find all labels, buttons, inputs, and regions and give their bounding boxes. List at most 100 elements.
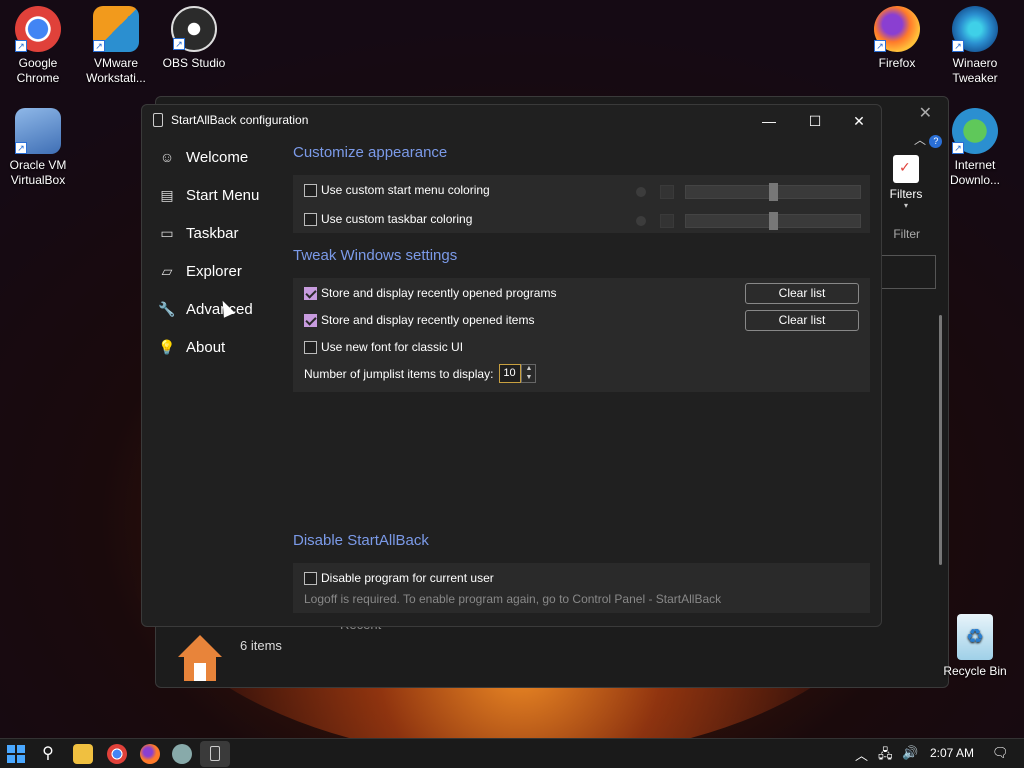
jumplist-value-input[interactable]: 10 (499, 364, 522, 383)
nav-item-explorer[interactable]: ▱ Explorer (156, 256, 280, 286)
jumplist-row: Number of jumplist items to display: 10 … (304, 364, 537, 383)
desk-icon-obs[interactable]: ↗ OBS Studio (156, 6, 232, 71)
folder-icon: ▱ (161, 262, 173, 279)
new-font-checkbox[interactable]: Use new font for classic UI (304, 340, 463, 354)
recent-programs-checkbox[interactable]: Store and display recently opened progra… (304, 286, 556, 300)
chrome-taskbar-icon[interactable] (107, 744, 127, 764)
section-title-disable: Disable StartAllBack (293, 532, 429, 549)
maximize-button[interactable]: ☐ (792, 107, 838, 135)
nav-item-label: Start Menu (186, 186, 260, 204)
window-title: StartAllBack configuration (171, 113, 309, 127)
desk-icon-firefox[interactable]: ↗ Firefox (859, 6, 935, 71)
desk-icon-label: OBS Studio (162, 56, 226, 70)
checkbox[interactable] (304, 183, 317, 197)
startallback-config-window[interactable]: StartAllBack configuration — ☐ ✕ ☺ Welco… (141, 104, 882, 627)
nav-item-label: Explorer (186, 262, 242, 280)
checkbox[interactable] (304, 212, 317, 226)
shortcut-arrow-icon: ↗ (874, 40, 886, 52)
clock[interactable]: 2:07 AM (930, 746, 974, 760)
checkbox[interactable] (304, 571, 317, 585)
color-swatch[interactable] (660, 185, 674, 199)
taskbar-icon: ▭ (160, 224, 174, 241)
clear-programs-list-button[interactable]: Clear list (745, 283, 859, 304)
stepper-arrows[interactable]: ▲ ▼ (521, 364, 537, 383)
chevron-down-icon[interactable]: ▼ (522, 374, 535, 383)
chevron-up-icon[interactable]: ︿ (855, 745, 868, 764)
title-bar[interactable]: StartAllBack configuration — ☐ ✕ (142, 105, 881, 135)
nav-item-welcome[interactable]: ☺ Welcome (156, 142, 280, 172)
settings-gear-icon[interactable] (172, 744, 192, 764)
recent-items-checkbox[interactable]: Store and display recently opened items (304, 313, 534, 327)
nav-item-taskbar[interactable]: ▭ Taskbar (156, 218, 280, 248)
desk-icon-label: Google Chrome (16, 56, 60, 85)
internet-download-icon: ↗ (952, 108, 998, 154)
checkbox-checked[interactable] (304, 313, 317, 327)
firefox-taskbar-icon[interactable] (140, 744, 160, 764)
vmware-icon: ↗ (93, 6, 139, 52)
start-menu-coloring-checkbox[interactable]: Use custom start menu coloring (304, 183, 490, 197)
startallback-taskbar-button[interactable] (200, 741, 230, 767)
disable-program-checkbox[interactable]: Disable program for current user (304, 571, 494, 585)
lightbulb-icon: 💡 (158, 338, 176, 355)
taskbar-intensity-slider[interactable] (685, 212, 861, 230)
desk-icon-winaero[interactable]: ↗ Winaero Tweaker (937, 6, 1013, 86)
desk-icon-chrome[interactable]: ↗ Google Chrome (0, 6, 76, 86)
chevron-up-icon[interactable]: ︿ (914, 133, 926, 147)
smile-icon: ☺ (159, 149, 175, 165)
network-icon[interactable]: 🖧 (878, 745, 893, 767)
shortcut-arrow-icon: ↗ (15, 142, 27, 154)
search-icon[interactable]: ⚲ (38, 744, 58, 764)
start-button[interactable] (6, 744, 26, 764)
nav-item-about[interactable]: 💡 About (156, 332, 280, 362)
color-swatch[interactable] (660, 214, 674, 228)
nav-item-start-menu[interactable]: ▤ Start Menu (156, 180, 280, 210)
volume-icon[interactable]: 🔊 (902, 745, 918, 761)
desk-icon-virtualbox[interactable]: ↗ Oracle VM VirtualBox (0, 108, 76, 188)
desk-icon-label: Winaero Tweaker (952, 56, 998, 85)
shortcut-arrow-icon: ↗ (93, 40, 105, 52)
scrollbar[interactable] (939, 315, 942, 565)
wrench-icon: 🔧 (158, 300, 176, 317)
chevron-up-icon[interactable]: ▲ (522, 365, 535, 374)
taskbar: ⚲ ︿ 🖧 🔊 2:07 AM 🗨 (0, 738, 1024, 768)
recycle-bin-icon: ♻ (957, 614, 993, 660)
filter-group-label: Filter (893, 227, 920, 241)
taskbar-coloring-checkbox[interactable]: Use custom taskbar coloring (304, 212, 472, 226)
color-picker-icon[interactable] (636, 216, 646, 226)
shortcut-arrow-icon: ↗ (952, 40, 964, 52)
nav-item-advanced[interactable]: 🔧 Advanced (156, 294, 280, 324)
checkbox-label: Store and display recently opened progra… (321, 286, 557, 300)
disable-hint-text: Logoff is required. To enable program ag… (304, 592, 722, 606)
start-menu-icon: ▤ (160, 186, 174, 203)
close-icon[interactable]: ✕ (919, 103, 932, 123)
file-explorer-icon[interactable] (73, 744, 93, 764)
start-menu-intensity-slider[interactable] (685, 183, 861, 201)
chrome-icon: ↗ (15, 6, 61, 52)
checkbox[interactable] (304, 340, 317, 354)
checkbox-checked[interactable] (304, 286, 317, 300)
firefox-icon: ↗ (874, 6, 920, 52)
slider-thumb[interactable] (769, 183, 778, 201)
jumplist-stepper[interactable]: 10 ▲ ▼ (499, 364, 537, 383)
close-button[interactable]: ✕ (836, 107, 882, 135)
desk-icon-vmware[interactable]: ↗ VMware Workstati... (78, 6, 154, 86)
help-icon[interactable]: ? (929, 135, 943, 148)
items-count: 6 items (240, 638, 282, 653)
minimize-button[interactable]: — (746, 107, 792, 135)
home-icon (176, 633, 224, 683)
desk-icon-recycle-bin[interactable]: ♻ Recycle Bin (937, 614, 1013, 679)
color-picker-icon[interactable] (636, 187, 646, 197)
checkbox-label: Store and display recently opened items (321, 313, 535, 327)
dropdown-arrow-icon: ▾ (903, 201, 908, 210)
obs-icon: ↗ (171, 6, 217, 52)
desk-icon-label: Firefox (878, 56, 916, 70)
startallback-app-icon (153, 113, 163, 127)
nav-item-label: About (186, 338, 226, 356)
notifications-icon[interactable]: 🗨 (992, 745, 1009, 761)
filters-icon: ✓ (893, 155, 919, 183)
slider-thumb[interactable] (769, 212, 778, 230)
filters-button[interactable]: ✓ Filters ▾ (886, 155, 926, 210)
clear-items-list-button[interactable]: Clear list (745, 310, 859, 331)
disable-panel: Disable program for current user Logoff … (293, 563, 870, 613)
tweaks-panel: Store and display recently opened progra… (293, 278, 870, 392)
